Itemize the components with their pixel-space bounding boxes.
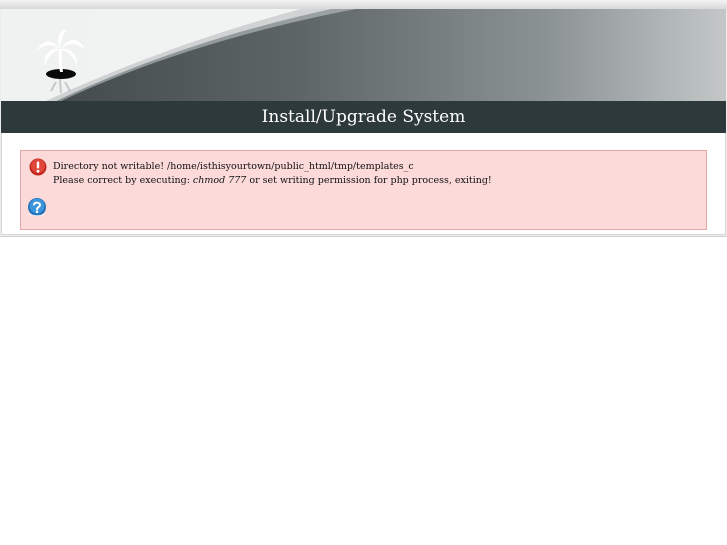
browser-top-strip — [0, 0, 727, 9]
banner-swoosh — [1, 9, 356, 101]
chmod-command: chmod 777 — [192, 175, 247, 186]
error-message: Directory not writable! /home/isthisyour… — [53, 160, 492, 188]
page-frame: Install/Upgrade System Directory not wri… — [0, 0, 727, 237]
help-question-icon[interactable] — [27, 197, 47, 217]
page-title: Install/Upgrade System — [1, 101, 726, 133]
error-line-2-suffix: or set writing permission for php proces… — [246, 175, 492, 186]
palm-tree-icon — [37, 29, 84, 94]
error-exclamation-icon — [29, 158, 47, 176]
error-message-box: Directory not writable! /home/isthisyour… — [20, 150, 707, 230]
header-banner — [1, 9, 726, 101]
error-line-1: Directory not writable! /home/isthisyour… — [53, 161, 414, 172]
error-line-2: Please correct by executing: chmod 777 o… — [53, 174, 492, 188]
error-line-2-prefix: Please correct by executing: — [53, 175, 193, 186]
